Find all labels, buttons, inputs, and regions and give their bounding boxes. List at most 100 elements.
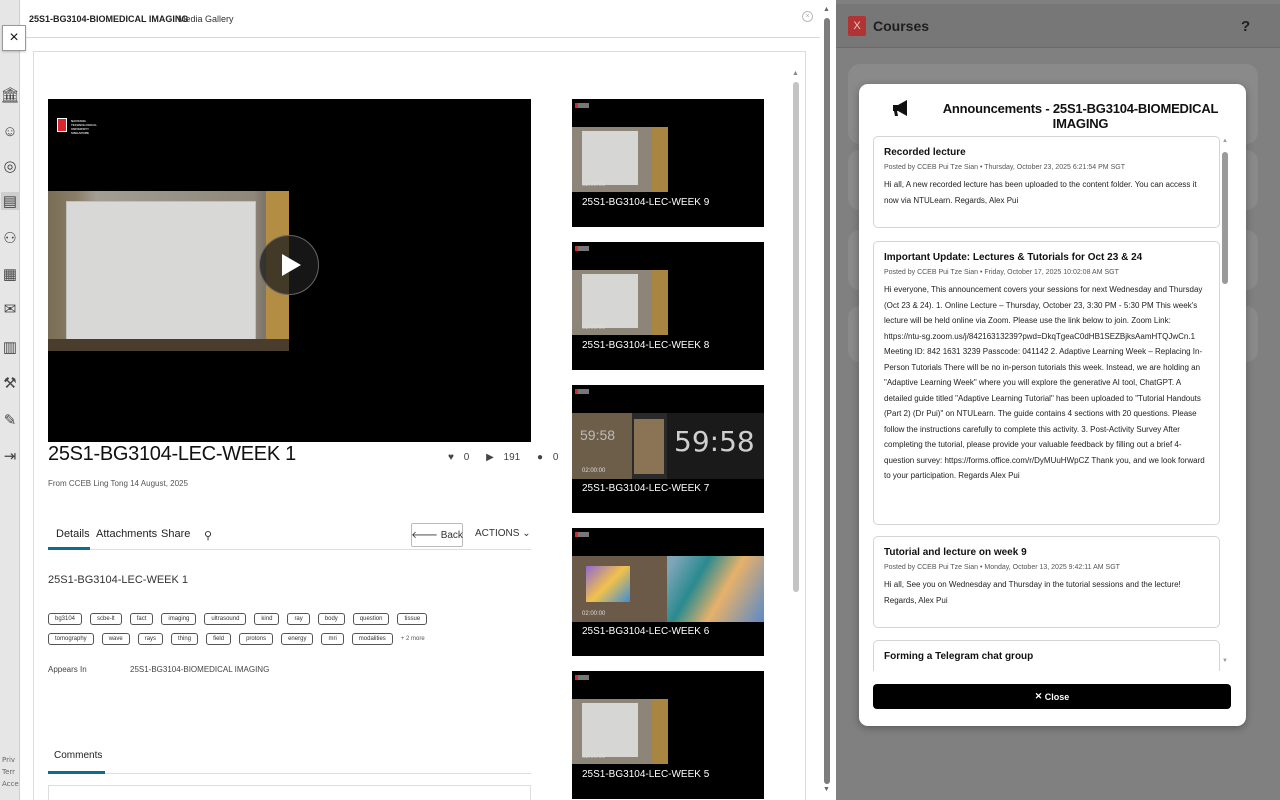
tag-pill[interactable]: kind — [254, 613, 280, 625]
terms-link[interactable]: Terr — [2, 768, 15, 776]
tab-details[interactable]: Details — [56, 528, 90, 540]
gallery-scrollbar[interactable]: ▲ ▼ — [823, 6, 831, 794]
related-video-card[interactable]: 02:00:00 25S1-BG3104-LEC-WEEK 5 — [572, 671, 764, 799]
tag-pill[interactable]: body — [317, 613, 345, 625]
scroll-up-icon[interactable]: ▲ — [792, 70, 799, 77]
accessibility-link[interactable]: Acce — [2, 780, 19, 788]
clock-left: 59:58 — [580, 427, 616, 443]
announcement-meta: Posted by CCEB Pui Tze Sian • Monday, Oc… — [884, 564, 1120, 571]
announcements-header: Announcements - 25S1-BG3104-BIOMEDICAL I… — [859, 98, 1246, 131]
comments-tab[interactable]: Comments — [54, 750, 102, 761]
announcement-title: Forming a Telegram chat group — [884, 651, 1034, 662]
related-media-list: 02:00:00 25S1-BG3104-LEC-WEEK 9 02:00:00… — [572, 99, 764, 800]
user-icon[interactable]: ☺ — [1, 122, 19, 140]
announcement-body: Hi all, A new recorded lecture has been … — [884, 180, 1197, 205]
announcement-card[interactable]: Recorded lecture Posted by CCEB Pui Tze … — [873, 136, 1220, 228]
announcements-scroll-thumb[interactable] — [1222, 152, 1228, 284]
tag-pill[interactable]: wave — [101, 633, 130, 645]
globe-icon[interactable]: ◎ — [1, 157, 19, 175]
tag-pill[interactable]: tomography — [48, 633, 94, 645]
inner-scrollbar[interactable]: ▲ — [792, 70, 799, 800]
comment-icon: ● — [537, 452, 544, 463]
tag-pill[interactable]: bg3104 — [48, 613, 83, 625]
close-courses-button[interactable]: X — [848, 16, 866, 36]
details-entry-title: 25S1-BG3104-LEC-WEEK 1 — [48, 574, 189, 586]
gallery-scroll-thumb[interactable] — [824, 18, 830, 784]
announcement-card[interactable]: Tutorial and lecture on week 9 Posted by… — [873, 536, 1220, 628]
search-icon[interactable]: ⚲ — [204, 529, 212, 542]
course-breadcrumb[interactable]: 25S1-BG3104-BIOMEDICAL IMAGING — [29, 14, 188, 24]
tag-pill[interactable]: ray — [287, 613, 310, 625]
arrow-left-icon: 🡐 — [411, 530, 441, 541]
tag-pill[interactable]: fact — [129, 613, 154, 625]
close-gallery-button[interactable]: × — [2, 25, 26, 51]
close-icon: × — [9, 29, 19, 46]
actions-dropdown[interactable]: ACTIONS ⌄ — [475, 528, 531, 539]
tag-pill[interactable]: mri — [321, 633, 344, 645]
clock-right: 59:58 — [674, 425, 755, 458]
comment-input[interactable] — [48, 785, 531, 800]
mail-icon[interactable]: ✉ — [1, 300, 19, 318]
tag-pill[interactable]: rays — [137, 633, 164, 645]
related-video-card[interactable]: 59:58 59:58 02:00:00 25S1-BG3104-LEC-WEE… — [572, 385, 764, 513]
back-button[interactable]: 🡐 Back — [411, 523, 463, 547]
institution-icon[interactable]: 🏛 — [0, 86, 19, 104]
course-nav-sidebar: 🏛 ☺ ◎ ▤ ⚇ ▦ ✉ ▥ ⚒ ✎ ⇥ Priv Terr Acce — [0, 0, 20, 800]
heart-icon: ♥ — [448, 452, 454, 463]
related-video-title: 25S1-BG3104-LEC-WEEK 7 — [582, 483, 710, 494]
content-icon[interactable]: ▤ — [1, 192, 19, 210]
tag-pill[interactable]: thing — [171, 633, 199, 645]
likes-stat: ♥ 0 — [448, 452, 470, 463]
calendar-icon[interactable]: ▦ — [1, 265, 19, 283]
related-video-card[interactable]: 02:00:00 25S1-BG3104-LEC-WEEK 6 — [572, 528, 764, 656]
plays-stat: ▶ 191 — [486, 452, 521, 463]
groups-icon[interactable]: ⚇ — [1, 229, 19, 247]
tools-icon[interactable]: ⚒ — [1, 374, 19, 392]
tab-attachments[interactable]: Attachments — [96, 528, 157, 540]
related-video-card[interactable]: 02:00:00 25S1-BG3104-LEC-WEEK 9 — [572, 99, 764, 227]
ntu-logo: NANYANG TECHNOLOGICAL UNIVERSITY SINGAPORE — [57, 118, 107, 138]
media-entry-body: ▲ NANYANG TECHNOLOGICAL UNIVERSITY SINGAPOR… — [33, 51, 806, 800]
help-icon[interactable]: ? — [1241, 18, 1250, 35]
scroll-down-icon[interactable]: ▼ — [1222, 658, 1228, 664]
grades-icon[interactable]: ▥ — [1, 338, 19, 356]
tag-pill[interactable]: modalities — [351, 633, 393, 645]
video-player[interactable]: NANYANG TECHNOLOGICAL UNIVERSITY SINGAPORE — [48, 99, 531, 442]
megaphone-icon — [893, 100, 907, 116]
scroll-up-icon[interactable]: ▲ — [823, 6, 830, 13]
tag-pill[interactable]: question — [352, 613, 390, 625]
appears-in-value[interactable]: 25S1-BG3104-BIOMEDICAL IMAGING — [130, 665, 269, 674]
tag-list: bg3104 scbe-lt fact imaging ultrasound kind ra… — [48, 613, 528, 653]
video-duration: 02:00:00 — [582, 754, 606, 760]
tag-pill[interactable]: tissue — [397, 613, 428, 625]
tag-pill[interactable]: energy — [281, 633, 314, 645]
appears-in-label: Appears In — [48, 665, 87, 674]
inner-scroll-thumb[interactable] — [793, 82, 799, 592]
tab-share[interactable]: Share — [161, 528, 190, 540]
related-video-title: 25S1-BG3104-LEC-WEEK 5 — [582, 769, 710, 780]
edit-icon[interactable]: ✎ — [1, 411, 19, 429]
announcements-scrollbar[interactable]: ▲ ▼ — [1222, 138, 1228, 668]
comments-underline — [48, 771, 105, 774]
logout-icon[interactable]: ⇥ — [1, 447, 19, 465]
announcement-body: Hi everyone, This announcement covers yo… — [884, 285, 1205, 480]
play-icon — [282, 254, 301, 276]
tag-pill[interactable]: ultrasound — [204, 613, 247, 625]
scroll-up-icon[interactable]: ▲ — [1222, 138, 1228, 144]
tag-pill[interactable]: imaging — [161, 613, 197, 625]
scroll-down-icon[interactable]: ▼ — [823, 786, 830, 793]
media-gallery-tab[interactable]: Media Gallery — [178, 14, 234, 24]
close-announcements-button[interactable]: ✕ Close — [873, 684, 1231, 709]
announcement-card[interactable]: Important Update: Lectures & Tutorials f… — [873, 241, 1220, 525]
privacy-link[interactable]: Priv — [2, 756, 15, 764]
announcements-list: Recorded lecture Posted by CCEB Pui Tze … — [873, 136, 1220, 671]
tag-pill[interactable]: field — [206, 633, 232, 645]
play-button[interactable] — [259, 235, 319, 295]
tag-pill[interactable]: scbe-lt — [90, 613, 122, 625]
more-tags-link[interactable]: + 2 more — [401, 636, 425, 642]
close-circle-icon[interactable]: × — [802, 11, 813, 22]
tag-pill[interactable]: protons — [239, 633, 274, 645]
media-gallery-panel: 25S1-BG3104-BIOMEDICAL IMAGING Media Gal… — [20, 0, 820, 800]
related-video-card[interactable]: 02:00:00 25S1-BG3104-LEC-WEEK 8 — [572, 242, 764, 370]
announcement-card[interactable]: Forming a Telegram chat group — [873, 640, 1220, 671]
